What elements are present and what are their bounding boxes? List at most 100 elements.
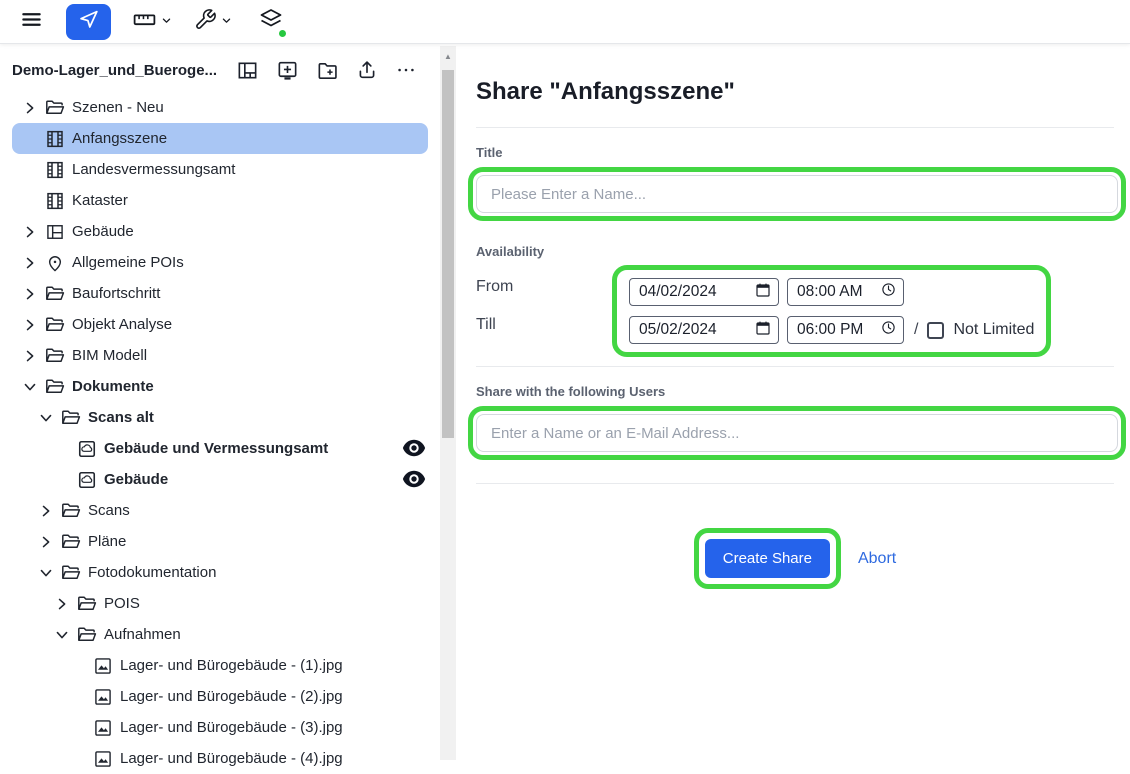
chevron-down-icon[interactable] — [38, 410, 53, 425]
chevron-right-icon[interactable] — [22, 286, 37, 301]
not-limited-checkbox[interactable] — [927, 322, 944, 339]
clouddoc-icon — [76, 438, 97, 459]
scrollbar-thumb[interactable] — [442, 70, 454, 438]
tree-item-label: Anfangsszene — [72, 130, 167, 147]
tree-row-allgemeine-pois[interactable]: Allgemeine POIs — [12, 247, 428, 278]
chevron-right-icon[interactable] — [38, 503, 53, 518]
chevron-right-icon[interactable] — [22, 224, 37, 239]
top-toolbar — [0, 0, 1130, 44]
pointer-tool-icon — [78, 9, 99, 35]
add-scene-icon[interactable] — [276, 59, 299, 82]
tree-row-bim-modell[interactable]: BIM Modell — [12, 340, 428, 371]
divider — [476, 483, 1114, 484]
tree-row-geb-ude-und-vermessungsamt[interactable]: Gebäude und Vermessungsamt — [12, 433, 428, 464]
tree-row-szenen-neu[interactable]: Szenen - Neu — [12, 92, 428, 123]
tree-row-scans-alt[interactable]: Scans alt — [12, 402, 428, 433]
create-share-button[interactable]: Create Share — [705, 539, 830, 578]
title-field-label: Title — [476, 145, 1114, 160]
folder-icon — [60, 500, 81, 521]
share-users-input[interactable] — [476, 414, 1118, 452]
pointer-tool-button[interactable] — [66, 4, 111, 40]
tools-tool-button[interactable] — [194, 8, 232, 36]
tree-item-label: Baufortschritt — [72, 285, 160, 302]
tree-row-lager-und-b-rogeb-ude-4-jpg[interactable]: Lager- und Bürogebäude - (4).jpg — [12, 743, 428, 774]
menu-icon — [20, 8, 43, 36]
layers-button[interactable] — [259, 7, 283, 36]
clock-icon[interactable] — [881, 320, 896, 340]
chevron-spacer — [70, 720, 85, 735]
from-time-input[interactable]: 08:00 AM — [787, 278, 904, 306]
chevron-right-icon[interactable] — [54, 596, 69, 611]
measure-tool-button[interactable] — [132, 7, 172, 37]
tree-item-label: Gebäude — [104, 471, 168, 488]
chevron-right-icon[interactable] — [22, 255, 37, 270]
tree-item-label: Gebäude und Vermessungsamt — [104, 440, 328, 457]
chevron-right-icon[interactable] — [22, 100, 37, 115]
tree-row-scans[interactable]: Scans — [12, 495, 428, 526]
project-sidebar: Demo-Lager_und_Bueroge... Szenen - Neu An… — [0, 44, 458, 760]
chevron-down-icon[interactable] — [54, 627, 69, 642]
folder-icon — [60, 531, 81, 552]
from-label: From — [476, 278, 612, 316]
tree-row-lager-und-b-rogeb-ude-2-jpg[interactable]: Lager- und Bürogebäude - (2).jpg — [12, 681, 428, 712]
eye-icon[interactable] — [402, 439, 426, 457]
tree-row-geb-ude[interactable]: Gebäude — [12, 464, 428, 495]
calendar-icon[interactable] — [755, 282, 771, 303]
scroll-up-arrow[interactable]: ▲ — [440, 50, 456, 64]
tree-item-label: Lager- und Bürogebäude - (2).jpg — [120, 688, 343, 705]
folder-icon — [76, 624, 97, 645]
chevron-down-icon[interactable] — [38, 565, 53, 580]
file-tree: Szenen - Neu Anfangsszene Landesvermessung… — [0, 92, 458, 774]
tree-row-geb-ude[interactable]: Gebäude — [12, 216, 428, 247]
eye-icon[interactable] — [402, 470, 426, 488]
sidebar-header: Demo-Lager_und_Bueroge... — [0, 44, 458, 92]
add-folder-icon[interactable] — [316, 59, 339, 82]
folder-icon — [44, 314, 65, 335]
tree-row-lager-und-b-rogeb-ude-1-jpg[interactable]: Lager- und Bürogebäude - (1).jpg — [12, 650, 428, 681]
title-input[interactable] — [476, 175, 1118, 213]
tree-item-label: Scans — [88, 502, 130, 519]
tree-item-label: Landesvermessungsamt — [72, 161, 235, 178]
tree-row-pl-ne[interactable]: Pläne — [12, 526, 428, 557]
layout-icon[interactable] — [236, 59, 259, 82]
menu-button[interactable] — [20, 8, 43, 36]
chevron-spacer — [22, 162, 37, 177]
title-field-highlight — [468, 167, 1126, 221]
chevron-right-icon[interactable] — [22, 317, 37, 332]
chevron-spacer — [54, 441, 69, 456]
folder-icon — [44, 376, 65, 397]
tree-item-label: BIM Modell — [72, 347, 147, 364]
tree-row-lager-und-b-rogeb-ude-3-jpg[interactable]: Lager- und Bürogebäude - (3).jpg — [12, 712, 428, 743]
clouddoc-icon — [76, 469, 97, 490]
tree-row-landesvermessungsamt[interactable]: Landesvermessungsamt — [12, 154, 428, 185]
folder-icon — [44, 345, 65, 366]
chevron-right-icon[interactable] — [38, 534, 53, 549]
abort-link[interactable]: Abort — [858, 550, 896, 568]
tree-row-anfangsszene[interactable]: Anfangsszene — [12, 123, 428, 154]
calendar-icon[interactable] — [755, 320, 771, 341]
image-icon — [92, 655, 113, 676]
tree-row-fotodokumentation[interactable]: Fotodokumentation — [12, 557, 428, 588]
clock-icon[interactable] — [881, 282, 896, 302]
create-share-highlight: Create Share — [694, 528, 841, 589]
till-time-input[interactable]: 06:00 PM — [787, 316, 904, 344]
users-field-label: Share with the following Users — [476, 384, 1114, 399]
tree-row-aufnahmen[interactable]: Aufnahmen — [12, 619, 428, 650]
upload-icon[interactable] — [356, 59, 378, 81]
chevron-down-icon[interactable] — [22, 379, 37, 394]
availability-label: Availability — [476, 244, 1114, 259]
users-field-highlight — [468, 406, 1126, 460]
chevron-right-icon[interactable] — [22, 348, 37, 363]
tree-row-kataster[interactable]: Kataster — [12, 185, 428, 216]
from-date-input[interactable]: 04/02/2024 — [629, 278, 779, 306]
tree-row-baufortschritt[interactable]: Baufortschritt — [12, 278, 428, 309]
tree-item-label: Gebäude — [72, 223, 134, 240]
tree-row-dokumente[interactable]: Dokumente — [12, 371, 428, 402]
image-icon — [92, 748, 113, 769]
tree-row-pois[interactable]: POIS — [12, 588, 428, 619]
sidebar-scrollbar[interactable]: ▲ — [440, 46, 456, 760]
tree-row-objekt-analyse[interactable]: Objekt Analyse — [12, 309, 428, 340]
till-date-input[interactable]: 05/02/2024 — [629, 316, 779, 344]
more-icon[interactable] — [395, 59, 417, 81]
separator: / — [914, 321, 918, 339]
